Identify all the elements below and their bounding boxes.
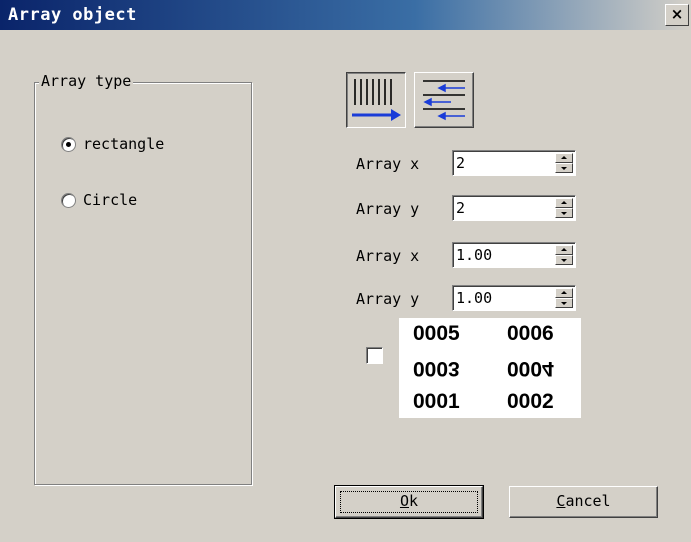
array-x-spacing-up[interactable] [555, 245, 573, 255]
array-x-spacing-label: Array x [356, 247, 420, 265]
radio-circle-label: Circle [83, 191, 138, 209]
array-y-spacing-label: Array y [356, 290, 420, 308]
array-x-count-up[interactable] [555, 153, 573, 163]
order-cell: 0005 [413, 322, 460, 345]
array-x-count-label: Array x [356, 155, 420, 173]
array-type-legend: Array type [39, 72, 134, 90]
order-cell-flipped: 0004 [507, 357, 554, 380]
ok-button[interactable]: Ok [334, 485, 484, 519]
window-title: Array object [8, 5, 137, 25]
row-mode-button[interactable] [414, 72, 474, 128]
array-y-spacing-down[interactable] [555, 298, 573, 308]
radio-rectangle[interactable]: rectangle [61, 135, 164, 153]
close-button[interactable]: × [665, 4, 689, 26]
order-cell: 0002 [507, 390, 554, 413]
array-y-spacing-up[interactable] [555, 288, 573, 298]
order-preview: 0005 0006 0003 0004 0001 0002 [399, 318, 581, 418]
order-cell-flipped: 0003 [413, 357, 460, 380]
cancel-button[interactable]: Cancel [509, 486, 658, 518]
array-y-spacing-value[interactable]: 1.00 [456, 289, 492, 307]
array-type-group: Array type rectangle Circle [34, 72, 252, 485]
array-y-count-label: Array y [356, 200, 420, 218]
array-x-count-spinner[interactable]: 2 [452, 150, 576, 176]
array-x-count-down[interactable] [555, 163, 573, 173]
array-x-spacing-down[interactable] [555, 255, 573, 265]
cancel-label: ancel [565, 492, 611, 510]
column-mode-button[interactable] [346, 72, 406, 128]
rows-left-arrows-icon [423, 80, 465, 121]
array-x-spacing-spinner[interactable]: 1.00 [452, 242, 576, 268]
title-bar[interactable]: Array object × [0, 0, 691, 30]
radio-circle-button[interactable] [61, 192, 76, 208]
radio-rectangle-button[interactable] [61, 136, 76, 152]
columns-right-arrow-icon [352, 79, 401, 121]
array-x-count-value[interactable]: 2 [456, 154, 465, 172]
array-y-count-spinner[interactable]: 2 [452, 195, 576, 221]
radio-circle[interactable]: Circle [61, 191, 137, 209]
array-y-count-down[interactable] [555, 208, 573, 218]
array-x-spacing-value[interactable]: 1.00 [456, 246, 492, 264]
array-y-count-up[interactable] [555, 198, 573, 208]
order-cell: 0001 [413, 390, 460, 413]
bidirectional-order-checkbox[interactable] [366, 347, 383, 364]
order-cell: 0006 [507, 322, 554, 345]
array-y-spacing-spinner[interactable]: 1.00 [452, 285, 576, 311]
radio-rectangle-label: rectangle [83, 135, 165, 153]
array-y-count-value[interactable]: 2 [456, 199, 465, 217]
